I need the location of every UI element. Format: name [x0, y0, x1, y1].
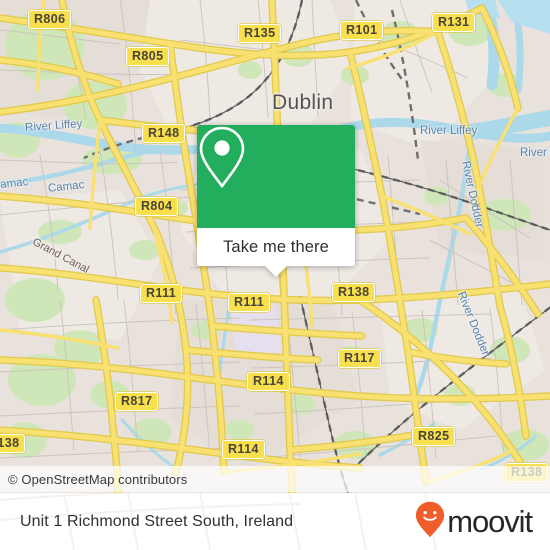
route-shield-r804[interactable]: R804	[135, 197, 179, 216]
location-address-label: Unit 1 Richmond Street South, Ireland	[20, 512, 294, 530]
route-shield-r111-west[interactable]: R111	[140, 284, 183, 303]
route-shield-r138-centre[interactable]: R138	[332, 283, 376, 302]
route-shield-r114-upper[interactable]: R114	[247, 372, 290, 391]
openstreetmap-attribution[interactable]: © OpenStreetMap contributors	[0, 472, 187, 487]
moovit-wordmark: moovit	[447, 504, 533, 539]
route-shield-r806[interactable]: R806	[28, 10, 72, 29]
moovit-smiley-pin-icon	[415, 501, 445, 543]
popup-image-panel	[197, 125, 355, 228]
route-shield-r114-lower[interactable]: R114	[222, 440, 265, 459]
popup-action-bar[interactable]: Take me there	[197, 228, 355, 277]
route-shield-r817[interactable]: R817	[115, 392, 159, 411]
take-me-there-button[interactable]: Take me there	[223, 238, 329, 257]
route-shield-r138-west-edge[interactable]: R138	[0, 434, 26, 453]
route-shield-r131[interactable]: R131	[432, 13, 476, 32]
map-attribution-bar: © OpenStreetMap contributors	[0, 466, 550, 492]
moovit-brand[interactable]: moovit	[415, 501, 533, 543]
map-screenshot: Dublin River Liffey River Liffey River C…	[0, 0, 550, 550]
route-shield-r825[interactable]: R825	[412, 427, 456, 446]
route-shield-r805[interactable]: R805	[126, 47, 170, 66]
route-shield-r111-centre[interactable]: R111	[228, 293, 271, 312]
route-shield-r117[interactable]: R117	[338, 349, 381, 368]
route-shield-r101[interactable]: R101	[340, 21, 384, 40]
route-shield-r148[interactable]: R148	[142, 124, 186, 143]
popup-pointer-tail	[265, 266, 287, 277]
route-shield-r135[interactable]: R135	[238, 24, 282, 43]
map-canvas[interactable]: Dublin River Liffey River Liffey River C…	[0, 0, 550, 493]
footer-bar: Unit 1 Richmond Street South, Ireland mo…	[0, 493, 550, 550]
location-popup-card[interactable]: Take me there	[197, 125, 355, 277]
